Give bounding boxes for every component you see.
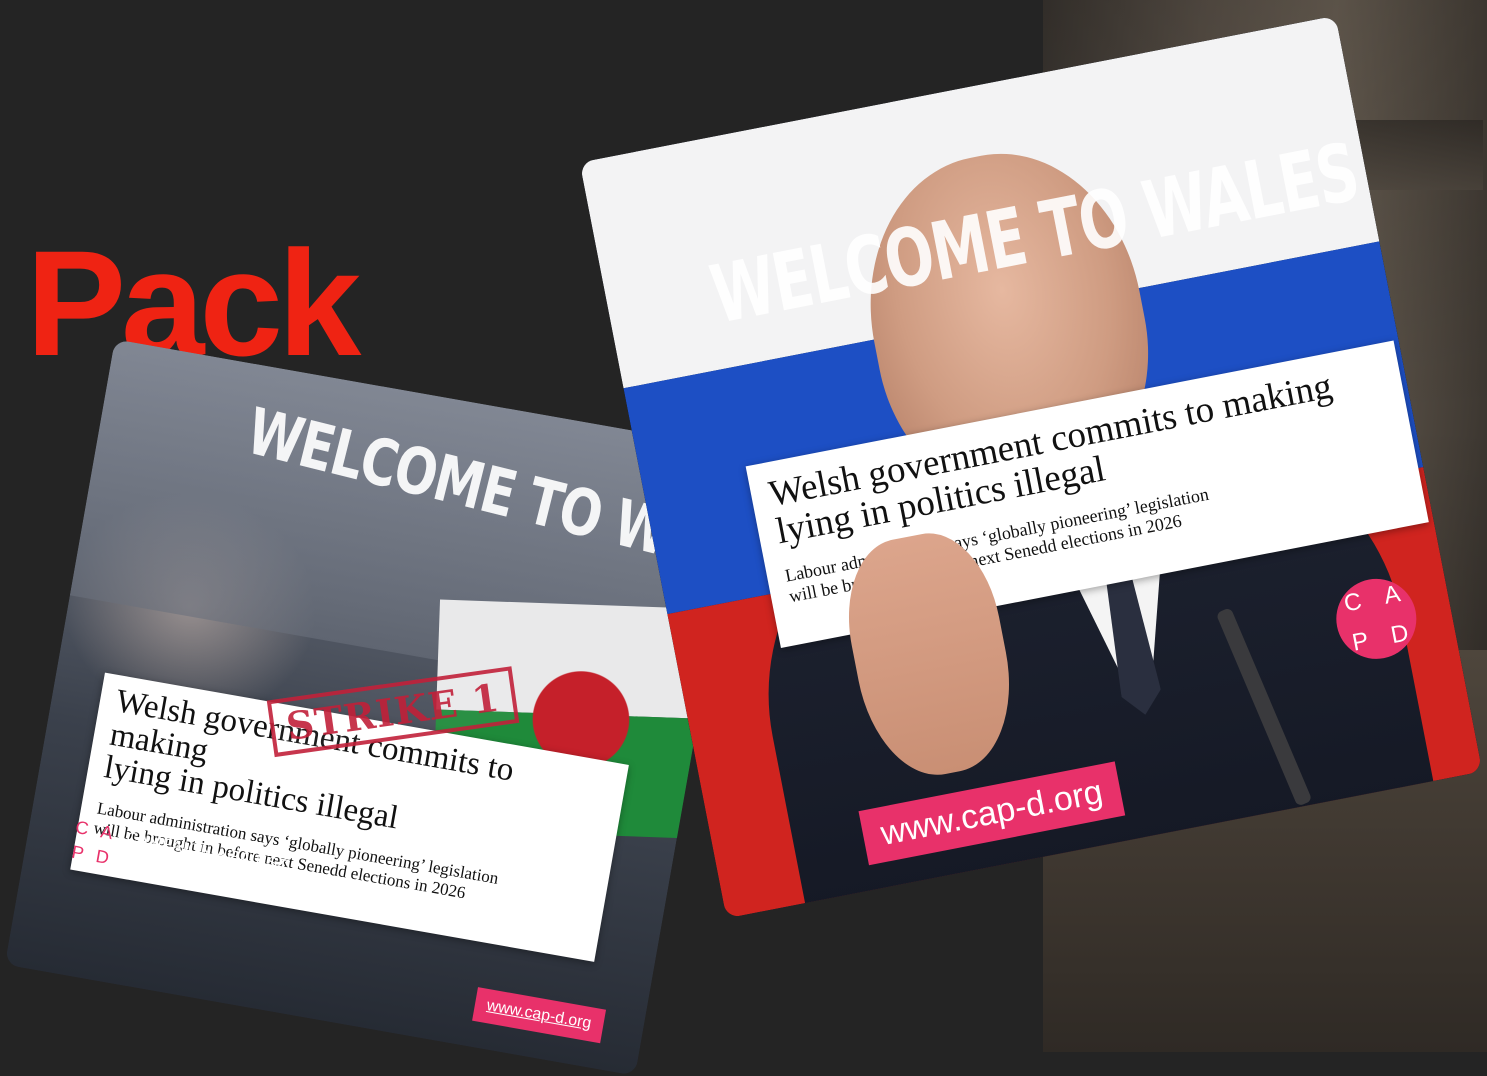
website-link[interactable]: www.cap-d.org <box>472 987 606 1044</box>
social-card-right: WELCOME TO WALES Welsh government commit… <box>579 15 1483 919</box>
social-card-left: WELCOME TO WALES Welsh government commit… <box>4 339 746 1076</box>
